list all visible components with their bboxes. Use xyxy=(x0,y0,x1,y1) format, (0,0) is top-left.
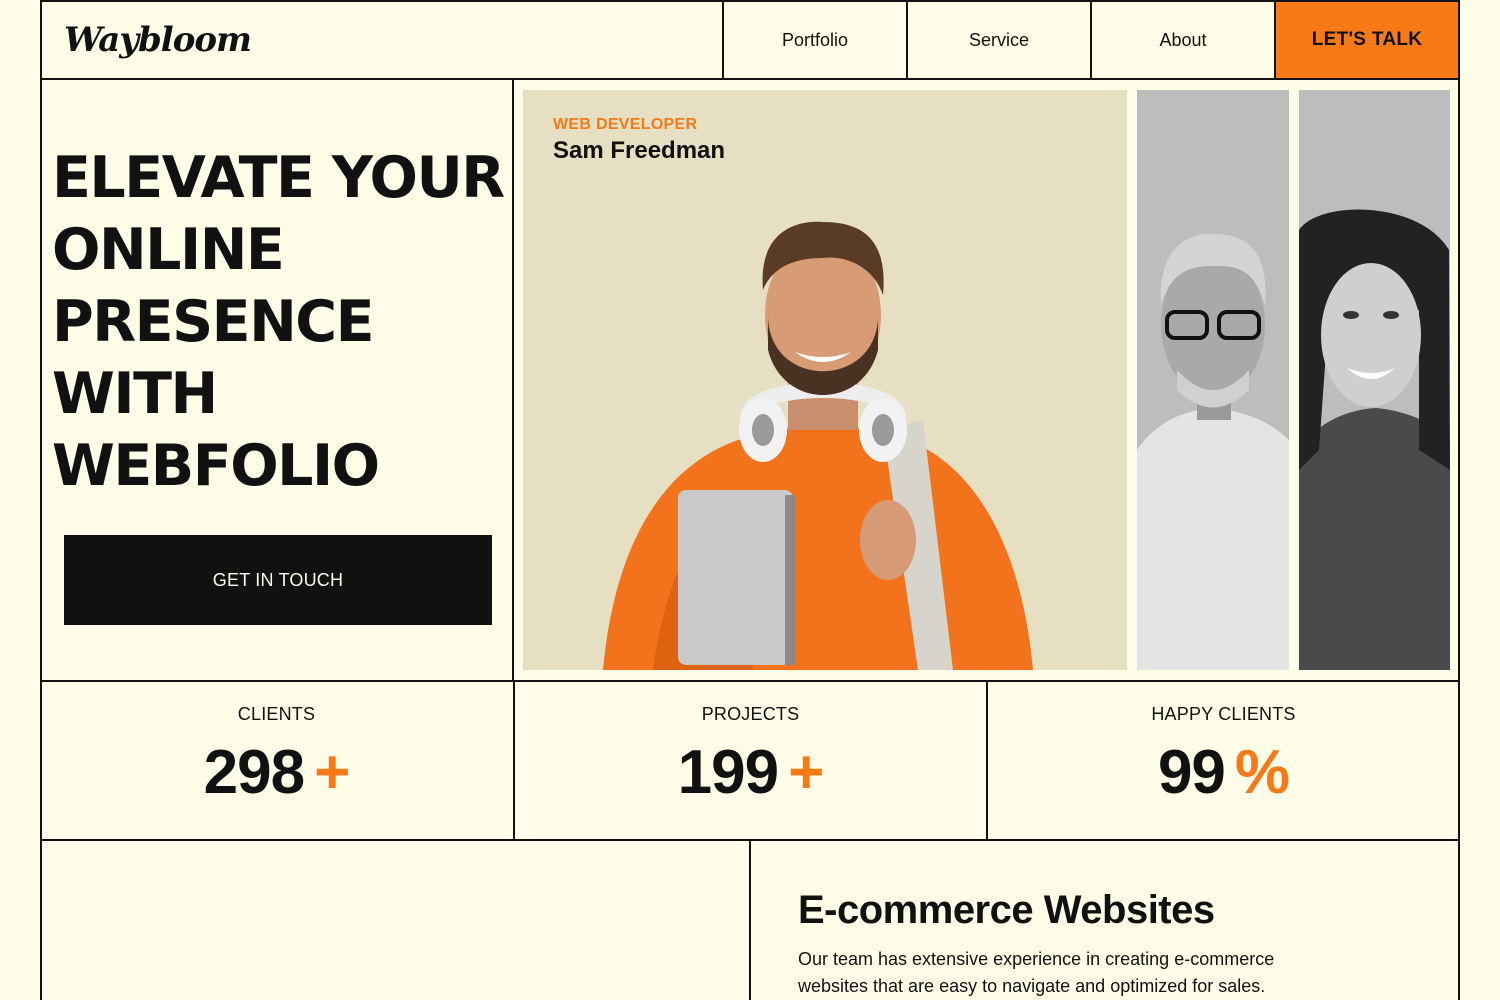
stat-label: PROJECTS xyxy=(701,704,800,724)
headline-line: WITH xyxy=(52,361,218,427)
stat-happy-clients: HAPPY CLIENTS 99% xyxy=(986,682,1459,839)
service-title: E-commerce Websites xyxy=(798,888,1215,932)
stat-value: 298 + xyxy=(40,737,513,808)
young-woman-portrait-image xyxy=(1299,209,1450,670)
stat-number: 298 xyxy=(203,738,305,807)
team-member-card[interactable] xyxy=(1299,90,1450,670)
hero-left-panel: ELEVATE YOUR ONLINE PRESENCE WITH WEBFOL… xyxy=(40,80,514,682)
headline-line: WEBFOLIO xyxy=(52,433,380,499)
stat-number: 199 xyxy=(677,738,779,807)
featured-profile-card[interactable]: WEB DEVELOPER Sam Freedman xyxy=(523,90,1127,670)
get-in-touch-button[interactable]: GET IN TOUCH xyxy=(64,535,492,625)
service-description: Our team has extensive experience in cre… xyxy=(798,949,1275,996)
headline-line: ONLINE xyxy=(52,217,285,283)
stat-suffix: + xyxy=(314,738,350,807)
stat-value: 199 + xyxy=(515,737,986,808)
nav-about[interactable]: About xyxy=(1090,2,1274,78)
developer-portrait-image xyxy=(603,221,1033,670)
older-man-portrait-image xyxy=(1137,233,1289,670)
headline-line: ELEVATE YOUR xyxy=(52,145,505,211)
site-header: Waybloom Portfolio Service About LET'S T… xyxy=(40,0,1460,80)
nav-service[interactable]: Service xyxy=(906,2,1090,78)
stat-suffix: % xyxy=(1234,738,1290,807)
stat-suffix: + xyxy=(788,738,824,807)
lets-talk-button[interactable]: LET'S TALK xyxy=(1274,2,1458,78)
logo-cell: Waybloom xyxy=(42,2,722,78)
stat-value: 99% xyxy=(988,737,1459,808)
stat-label: CLIENTS xyxy=(237,704,316,724)
brand-logo[interactable]: Waybloom xyxy=(64,20,252,60)
stat-projects: PROJECTS 199 + xyxy=(513,682,986,839)
stat-number: 99 xyxy=(1157,738,1226,807)
team-member-card[interactable] xyxy=(1137,90,1289,670)
service-image-panel xyxy=(40,841,751,1000)
nav-portfolio[interactable]: Portfolio xyxy=(722,2,906,78)
stat-label: HAPPY CLIENTS xyxy=(1151,704,1296,724)
hero-headline: ELEVATE YOUR ONLINE PRESENCE WITH WEBFOL… xyxy=(52,142,512,502)
stat-clients: CLIENTS 298 + xyxy=(40,682,513,839)
headline-line: PRESENCE xyxy=(52,289,375,355)
stats-bar: CLIENTS 298 + PROJECTS 199 + HAPPY CLIENTS… xyxy=(40,680,1460,841)
